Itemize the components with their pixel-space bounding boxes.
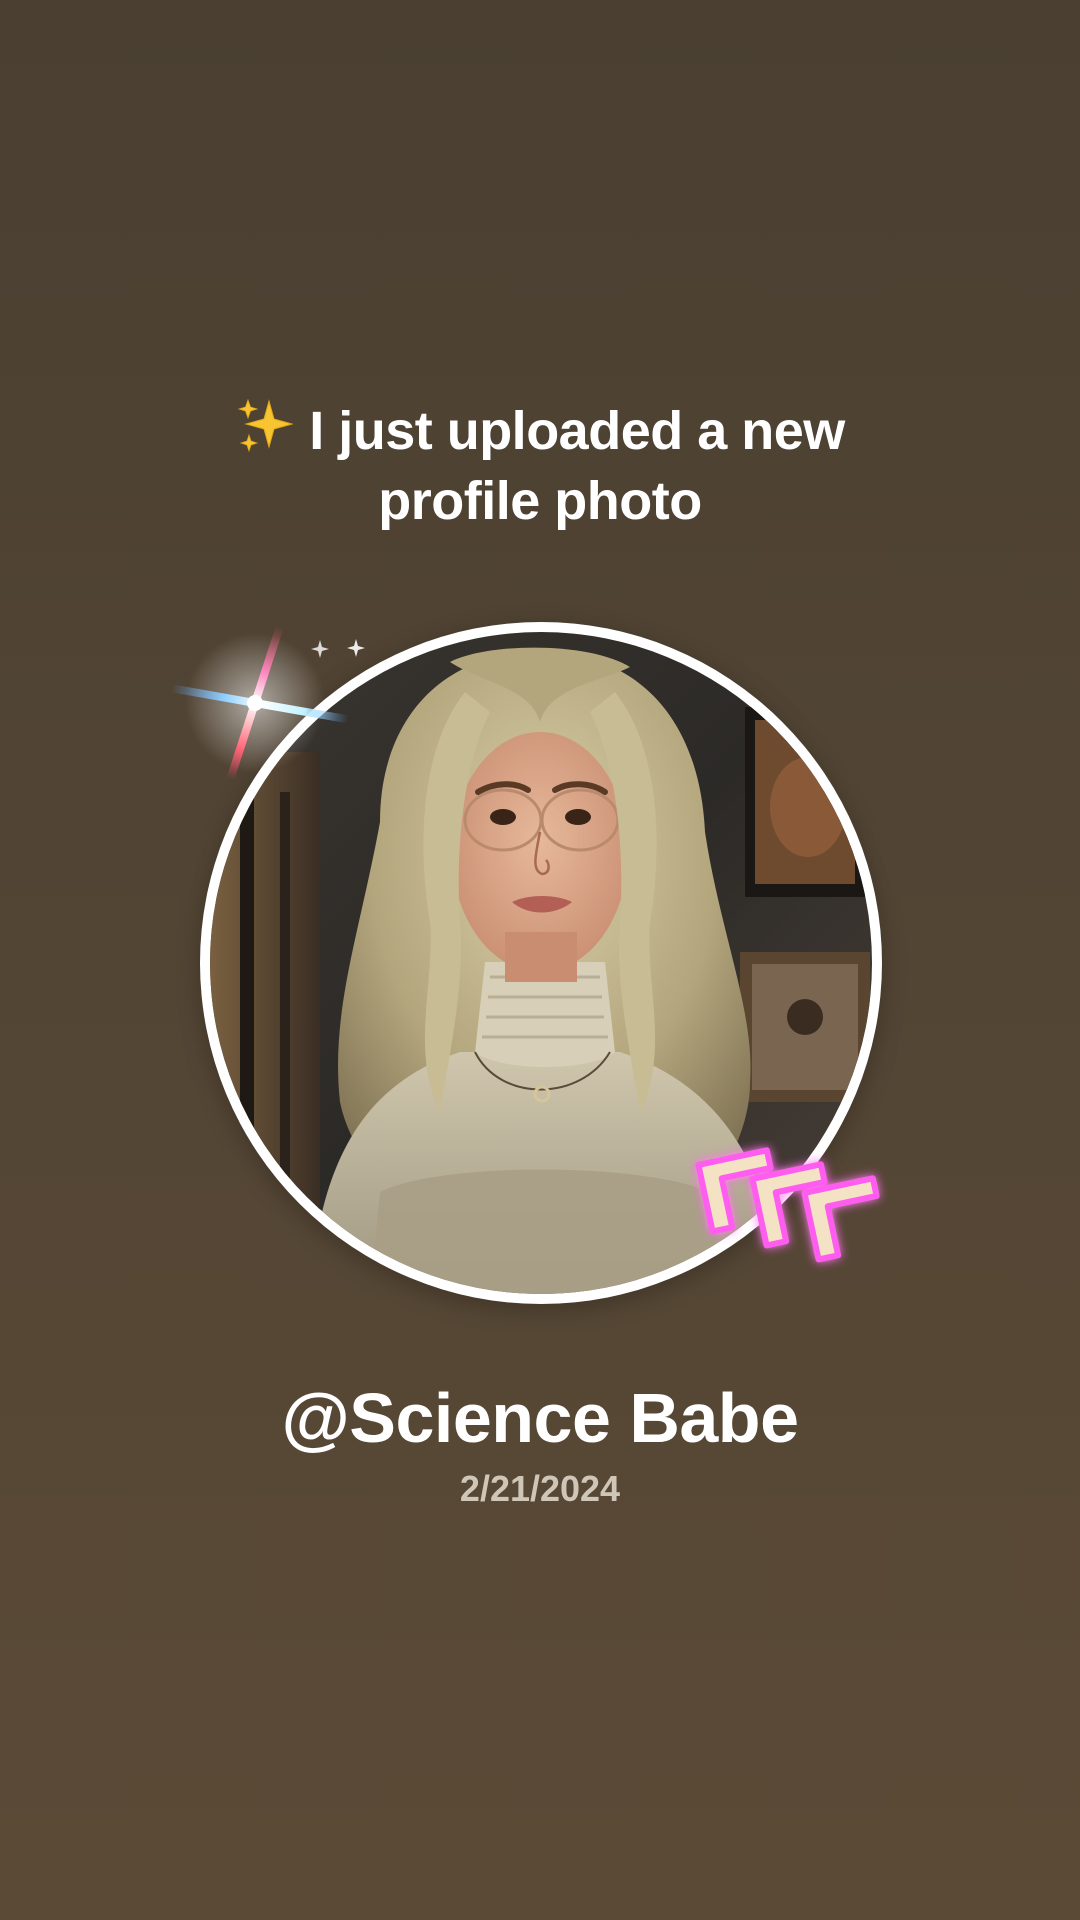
- profile-username: @Science Babe: [281, 1379, 800, 1457]
- neon-chevrons-icon: [695, 1147, 880, 1263]
- sparkles-icon: [237, 398, 295, 453]
- headline-line-1: I just uploaded a new: [0, 396, 1080, 466]
- headline-text-1: I just uploaded a new: [309, 401, 845, 461]
- headline: I just uploaded a new profile photo: [0, 396, 1080, 536]
- headline-text-2: profile photo: [378, 471, 702, 531]
- profile-date: 2/21/2024: [459, 1468, 621, 1509]
